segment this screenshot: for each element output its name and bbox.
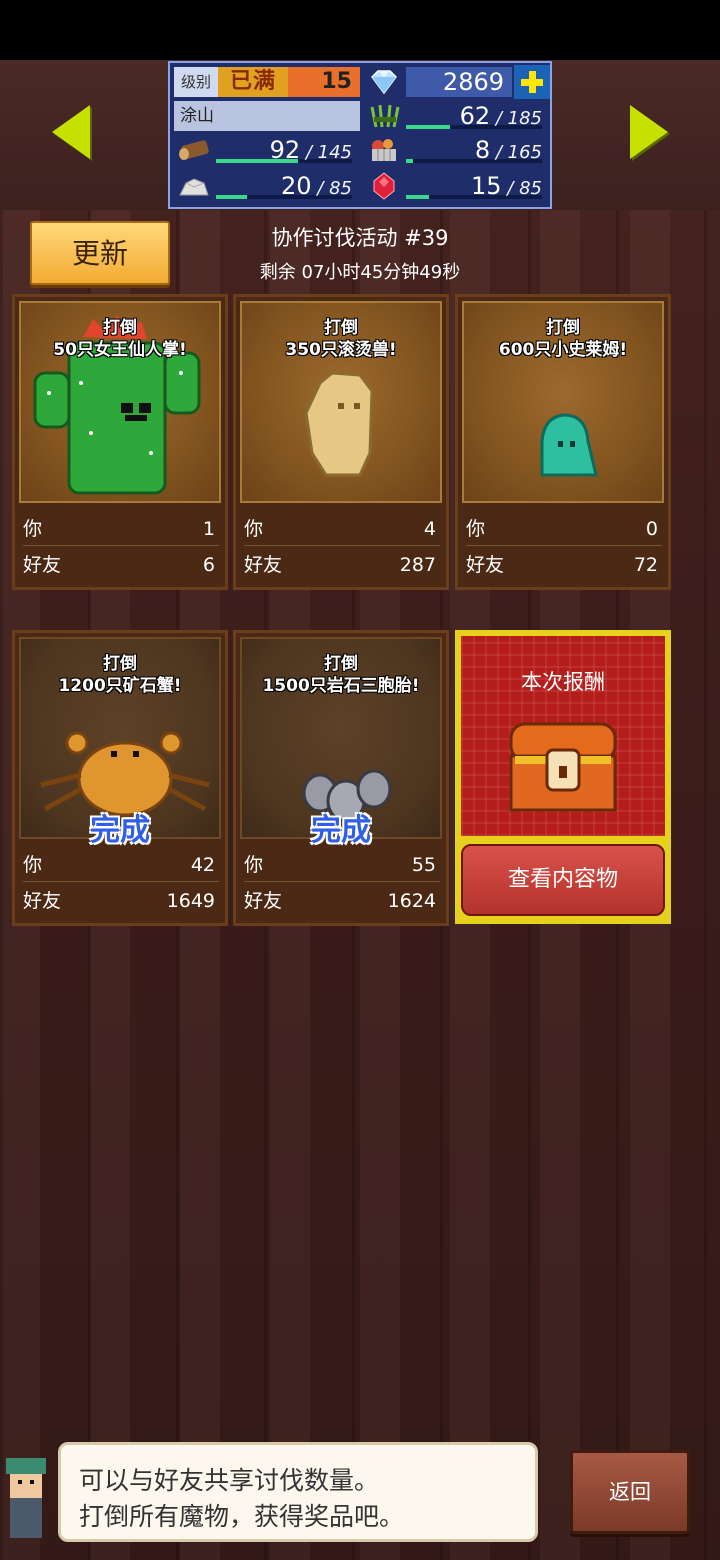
quest-card-hot-beast[interactable]: 打倒 350只滚烫兽! 你4 好友 287 [233,294,449,590]
you-count-row: 你1 [23,513,219,546]
grass-resource: 62 / 185 [406,101,550,131]
view-contents-button[interactable]: 查看内容物 [461,844,665,916]
add-gems-button[interactable] [514,65,550,99]
resource-fill [406,159,413,163]
next-arrow-icon[interactable] [630,105,668,159]
quest-task: 打倒 600只小史莱姆! [498,318,628,360]
guide-character-avatar [0,1448,56,1548]
quest-card-queen-cactus[interactable]: 打倒 50只女王仙人掌! 你1 好友 6 [12,294,228,590]
grass-bundle-icon [364,101,404,131]
you-count-row: 你0 [466,513,662,546]
resource-fill [406,195,429,199]
dialog-line-1: 可以与好友共享讨伐数量。 [79,1466,380,1495]
prev-arrow-icon[interactable] [52,105,90,159]
back-button[interactable]: 返回 [570,1450,690,1534]
event-time-left: 剩余 07小时45分钟49秒 [259,262,461,283]
quest-task: 打倒 1200只矿石蟹! [58,654,182,696]
resource-fill [216,195,247,199]
reward-card: 本次报酬 查看内容物 [455,630,671,924]
you-count-row: 你4 [244,513,440,546]
red-gem-max: 85 [519,178,542,199]
friends-count-row: 好友 1649 [23,890,215,912]
level-value: 15 [288,67,360,97]
dialog-line-2: 打倒所有魔物，获得奖品吧。 [79,1502,405,1531]
dialog-box: 可以与好友共享讨伐数量。 打倒所有魔物，获得奖品吧。 [58,1442,538,1542]
friends-count-row: 好友 72 [466,554,658,576]
friends-count-row: 好友 287 [244,554,436,576]
food-max: 165 [507,142,542,163]
event-title: 协作讨伐活动 #39 [271,226,449,250]
player-hud: 级别 已满 15 2869 涂山 62 / 185 92 / 145 8 / 1… [168,61,552,209]
complete-stamp: 完成 [311,813,371,848]
refresh-button[interactable]: 更新 [30,221,170,285]
stone-resource: 20 / 85 [216,171,360,201]
stone-ore-icon [174,171,214,201]
wood-resource: 92 / 145 [216,135,360,165]
level-max-badge: 已满 [218,67,288,97]
quest-task: 打倒 1500只岩石三胞胎! [262,654,420,696]
red-gem-icon [364,171,404,201]
food-basket-icon [364,135,404,165]
treasure-chest-icon [509,722,617,812]
you-count-row: 你 55 [244,849,440,882]
you-count-row: 你 42 [23,849,219,882]
reward-panel: 本次报酬 [461,636,665,836]
status-bar [0,0,720,60]
level-label: 级别 [174,67,218,97]
quest-card-small-slime[interactable]: 打倒 600只小史莱姆! 你0 好友 72 [455,294,671,590]
friends-count-row: 好友 1624 [244,890,436,912]
grass-max: 185 [507,108,542,129]
diamond-icon [364,67,404,97]
stone-max: 85 [329,178,352,199]
resource-fill [216,159,298,163]
resource-fill [406,125,450,129]
friends-count-row: 好友 6 [23,554,215,576]
food-resource: 8 / 165 [406,135,550,165]
player-name: 涂山 [174,101,360,131]
gem-count: 2869 [406,67,512,97]
wood-max: 145 [317,142,352,163]
complete-stamp: 完成 [90,813,150,848]
red-gem-resource: 15 / 85 [406,171,550,201]
quest-card-rock-triplets[interactable]: 打倒 1500只岩石三胞胎! 完成 你 55 好友 1624 [233,630,449,926]
quest-task: 打倒 350只滚烫兽! [285,318,397,360]
quest-card-ore-crab[interactable]: 打倒 1200只矿石蟹! 完成 你 42 好友 1649 [12,630,228,926]
reward-title: 本次报酬 [521,670,605,694]
wood-log-icon [174,135,214,165]
quest-task: 打倒 50只女王仙人掌! [53,318,187,360]
